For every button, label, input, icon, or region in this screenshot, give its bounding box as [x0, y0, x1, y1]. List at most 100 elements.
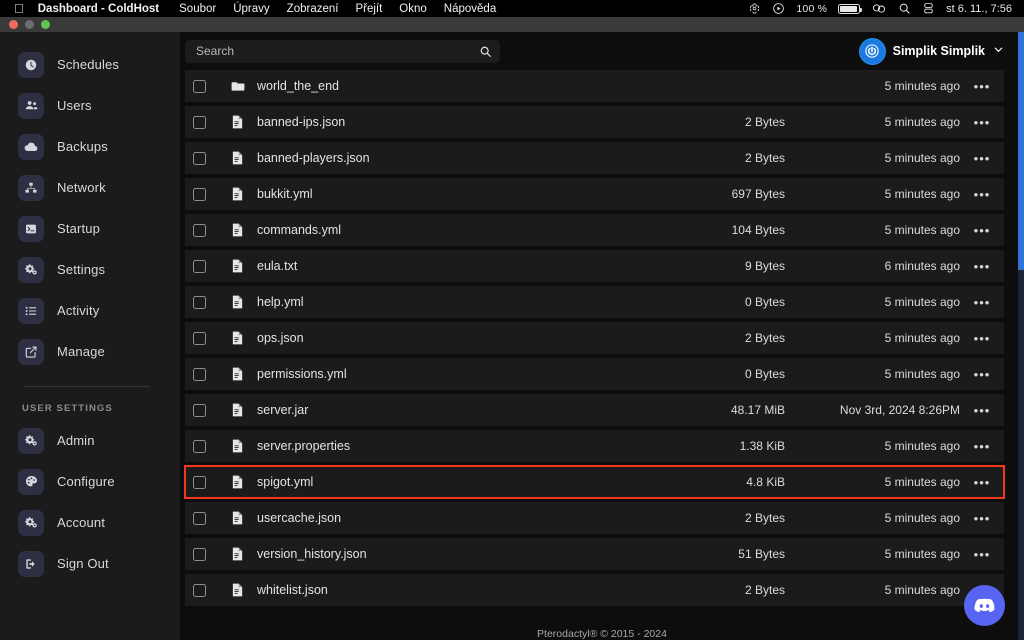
row-checkbox[interactable] [193, 547, 206, 561]
menubar-item-soubor[interactable]: Soubor [179, 3, 216, 15]
row-checkbox[interactable] [193, 511, 206, 525]
search-input[interactable] [196, 44, 479, 58]
sidebar-item-startup[interactable]: Startup [0, 208, 180, 249]
row-context-menu-button[interactable]: ••• [960, 440, 1004, 453]
row-checkbox[interactable] [193, 583, 206, 597]
file-name[interactable]: banned-players.json [257, 151, 635, 165]
row-checkbox[interactable] [193, 331, 206, 345]
sidebar-item-label: Settings [57, 262, 106, 277]
sidebar-item-network[interactable]: Network [0, 167, 180, 208]
apple-logo-icon[interactable]:  [14, 2, 24, 15]
file-name[interactable]: commands.yml [257, 223, 635, 237]
row-context-menu-button[interactable]: ••• [960, 188, 1004, 201]
row-context-menu-button[interactable]: ••• [960, 332, 1004, 345]
openai-icon[interactable] [748, 2, 761, 15]
row-checkbox[interactable] [193, 367, 206, 381]
chevron-down-icon[interactable] [993, 44, 1004, 58]
file-row[interactable]: world_the_end 5 minutes ago ••• [185, 70, 1004, 102]
sidebar-item-activity[interactable]: Activity [0, 290, 180, 331]
menubar-item-napoveda[interactable]: Nápověda [444, 3, 496, 15]
sidebar-item-account[interactable]: Account [0, 502, 180, 543]
scrollbar-thumb[interactable] [1018, 32, 1024, 270]
row-checkbox[interactable] [193, 295, 206, 309]
row-checkbox[interactable] [193, 259, 206, 273]
file-name[interactable]: whitelist.json [257, 583, 635, 597]
sidebar-item-manage[interactable]: Manage [0, 331, 180, 372]
menubar-item-zobrazeni[interactable]: Zobrazení [287, 3, 339, 15]
sidebar-item-schedules[interactable]: Schedules [0, 44, 180, 85]
row-context-menu-button[interactable]: ••• [960, 152, 1004, 165]
file-row[interactable]: banned-ips.json 2 Bytes 5 minutes ago ••• [185, 106, 1004, 138]
file-row[interactable]: usercache.json 2 Bytes 5 minutes ago ••• [185, 502, 1004, 534]
row-context-menu-button[interactable]: ••• [960, 116, 1004, 129]
file-row[interactable]: banned-players.json 2 Bytes 5 minutes ago •… [185, 142, 1004, 174]
row-context-menu-button[interactable]: ••• [960, 476, 1004, 489]
file-row[interactable]: bukkit.yml 697 Bytes 5 minutes ago ••• [185, 178, 1004, 210]
file-row[interactable]: server.properties 1.38 KiB 5 minutes ago ••… [185, 430, 1004, 462]
file-row[interactable]: whitelist.json2 Bytes5 minutes ago••• [185, 574, 1004, 606]
file-row[interactable]: commands.yml 104 Bytes 5 minutes ago ••• [185, 214, 1004, 246]
file-name[interactable]: ops.json [257, 331, 635, 345]
row-context-menu-button[interactable]: ••• [960, 80, 1004, 93]
row-checkbox[interactable] [193, 187, 206, 201]
row-context-menu-button[interactable]: ••• [960, 368, 1004, 381]
file-name[interactable]: banned-ips.json [257, 115, 635, 129]
row-checkbox[interactable] [193, 151, 206, 165]
file-row[interactable]: spigot.yml 4.8 KiB 5 minutes ago ••• [184, 465, 1005, 499]
control-center-icon[interactable] [871, 2, 887, 15]
sidebar-item-sign-out[interactable]: Sign Out [0, 543, 180, 584]
file-name[interactable]: bukkit.yml [257, 187, 635, 201]
avatar[interactable] [859, 38, 885, 64]
file-name[interactable]: server.properties [257, 439, 635, 453]
row-context-menu-button[interactable]: ••• [960, 512, 1004, 525]
discord-button[interactable] [964, 585, 1005, 626]
row-checkbox[interactable] [193, 439, 206, 453]
sidebar-item-configure[interactable]: Configure [0, 461, 180, 502]
sidebar-item-settings[interactable]: Settings [0, 249, 180, 290]
file-row[interactable]: eula.txt 9 Bytes 6 minutes ago ••• [185, 250, 1004, 282]
row-context-menu-button[interactable]: ••• [960, 224, 1004, 237]
window-zoom-button[interactable] [41, 20, 50, 29]
row-checkbox[interactable] [193, 115, 206, 129]
play-circle-icon[interactable] [772, 2, 785, 15]
sidebar-item-admin[interactable]: Admin [0, 420, 180, 461]
file-row[interactable]: version_history.json 51 Bytes 5 minutes ag… [185, 538, 1004, 570]
file-name[interactable]: help.yml [257, 295, 635, 309]
menubar-item-okno[interactable]: Okno [399, 3, 427, 15]
window-close-button[interactable] [9, 20, 18, 29]
row-context-menu-button[interactable]: ••• [960, 548, 1004, 561]
menubar-item-prejit[interactable]: Přejít [355, 3, 382, 15]
row-checkbox[interactable] [193, 403, 206, 417]
file-row[interactable]: permissions.yml 0 Bytes 5 minutes ago ••• [185, 358, 1004, 390]
row-context-menu-button[interactable]: ••• [960, 296, 1004, 309]
row-checkbox[interactable] [193, 223, 206, 237]
menubar-clock[interactable]: st 6. 11., 7:56 [946, 3, 1012, 15]
file-name[interactable]: usercache.json [257, 511, 635, 525]
file-row[interactable]: ops.json 2 Bytes 5 minutes ago ••• [185, 322, 1004, 354]
sidebar-item-users[interactable]: Users [0, 85, 180, 126]
file-name[interactable]: version_history.json [257, 547, 635, 561]
search-box[interactable] [185, 39, 500, 63]
sidebar-item-backups[interactable]: Backups [0, 126, 180, 167]
file-row[interactable]: help.yml 0 Bytes 5 minutes ago ••• [185, 286, 1004, 318]
user-menu[interactable]: Simplik Simplik [859, 38, 1004, 64]
row-context-menu-button[interactable]: ••• [960, 404, 1004, 417]
menubar-item-upravy[interactable]: Úpravy [233, 3, 269, 15]
file-row[interactable]: server.jar 48.17 MiB Nov 3rd, 2024 8:26PM •… [185, 394, 1004, 426]
scrollbar-track[interactable] [1018, 32, 1024, 640]
sidebar-item-label: Activity [57, 303, 100, 318]
menubar-app-title: Dashboard - ColdHost [28, 2, 159, 15]
file-name[interactable]: server.jar [257, 403, 635, 417]
row-context-menu-button[interactable]: ••• [960, 260, 1004, 273]
file-name[interactable]: spigot.yml [257, 475, 635, 489]
window-minimize-button[interactable] [25, 20, 34, 29]
search-icon[interactable] [479, 45, 492, 58]
search-icon[interactable] [898, 2, 911, 15]
file-name[interactable]: world_the_end [257, 79, 635, 93]
sidebar-item-label: Configure [57, 474, 115, 489]
file-name[interactable]: permissions.yml [257, 367, 635, 381]
row-checkbox[interactable] [193, 79, 206, 93]
siri-icon[interactable] [922, 2, 935, 15]
row-checkbox[interactable] [193, 475, 206, 489]
file-name[interactable]: eula.txt [257, 259, 635, 273]
